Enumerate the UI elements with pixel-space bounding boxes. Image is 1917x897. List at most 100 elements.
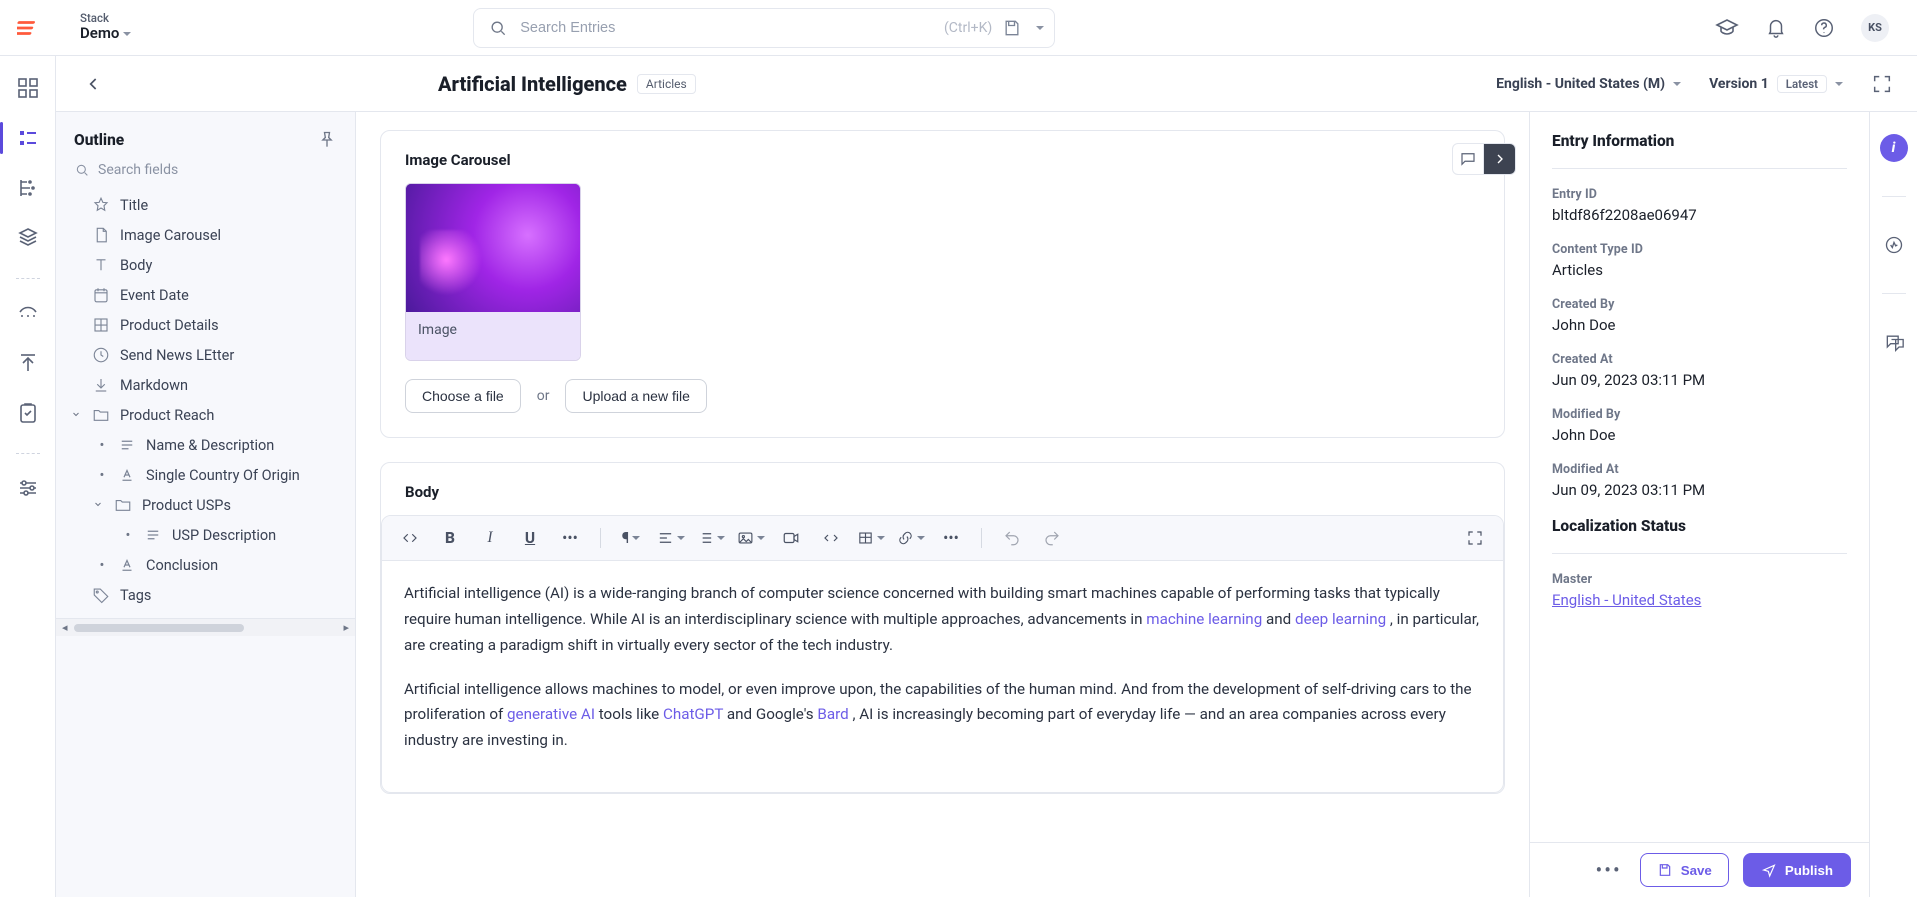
comments-icon[interactable] xyxy=(1452,143,1484,175)
rte-toolbar: B I U ••• ¶ xyxy=(382,516,1503,561)
rail-releases[interactable] xyxy=(16,301,40,325)
master-locale-link[interactable]: English - United States xyxy=(1552,591,1701,609)
locale-picker[interactable]: English - United States (M) xyxy=(1496,76,1681,92)
save-button[interactable]: Save xyxy=(1640,853,1729,887)
link-generative-ai[interactable]: generative AI xyxy=(507,705,595,723)
image-tile[interactable]: Image xyxy=(405,183,581,361)
rte-content[interactable]: Artificial intelligence (AI) is a wide-r… xyxy=(382,561,1503,792)
outline-item-product-reach[interactable]: Product Reach xyxy=(62,400,349,430)
text-icon xyxy=(92,256,110,274)
rail-assets[interactable] xyxy=(16,226,40,250)
outline-item-single-country-of-origin[interactable]: •Single Country Of Origin xyxy=(62,460,349,490)
outline-item-event-date[interactable]: Event Date xyxy=(62,280,349,310)
outline-item-label: Conclusion xyxy=(146,557,218,574)
bell-icon[interactable] xyxy=(1765,17,1787,39)
stack-name: Demo xyxy=(80,25,119,42)
outline-item-label: Title xyxy=(120,197,148,214)
rail-tasks[interactable] xyxy=(16,401,40,425)
outline-item-label: USP Description xyxy=(172,527,276,544)
outline-item-product-usps[interactable]: Product USPs xyxy=(62,490,349,520)
rail-content-types[interactable] xyxy=(16,176,40,200)
outline-search[interactable]: Search fields xyxy=(56,156,355,190)
app-logo[interactable] xyxy=(0,17,56,39)
modified-by-label: Modified By xyxy=(1552,407,1847,422)
outline-item-image-carousel[interactable]: Image Carousel xyxy=(62,220,349,250)
scroll-left-icon[interactable]: ◂ xyxy=(62,621,68,634)
left-rail xyxy=(0,56,56,897)
table-icon[interactable] xyxy=(857,524,885,552)
image-icon[interactable] xyxy=(737,524,765,552)
graduation-cap-icon[interactable] xyxy=(1715,16,1739,40)
outline-panel: Outline Search fields Title Image Carouse… xyxy=(56,112,356,897)
outline-title: Outline xyxy=(74,131,124,149)
underline-icon[interactable]: U xyxy=(516,524,544,552)
back-button[interactable] xyxy=(80,70,108,98)
expand-field-icon[interactable] xyxy=(1484,143,1516,175)
outline-item-conclusion[interactable]: • Conclusion xyxy=(62,550,349,580)
choose-file-button[interactable]: Choose a file xyxy=(405,379,521,413)
outline-item-markdown[interactable]: Markdown xyxy=(62,370,349,400)
list-icon[interactable] xyxy=(697,524,725,552)
stack-picker[interactable]: Stack Demo xyxy=(80,12,131,42)
created-at-label: Created At xyxy=(1552,352,1847,367)
version-label: Version 1 xyxy=(1709,76,1769,92)
more-tools-icon[interactable]: ••• xyxy=(937,524,965,552)
chevron-down-icon[interactable] xyxy=(70,407,82,424)
link-chatgpt[interactable]: ChatGPT xyxy=(663,705,723,723)
redo-icon[interactable] xyxy=(1038,524,1066,552)
code-view-icon[interactable] xyxy=(396,524,424,552)
chevron-down-icon[interactable] xyxy=(1036,26,1044,34)
upload-file-button[interactable]: Upload a new file xyxy=(565,379,706,413)
rail-settings[interactable] xyxy=(16,476,40,500)
user-avatar[interactable]: KS xyxy=(1861,14,1889,42)
tag-icon xyxy=(92,586,110,604)
outline-item-usp-description[interactable]: •USP Description xyxy=(62,520,349,550)
paragraph-icon[interactable]: ¶ xyxy=(617,524,645,552)
pin-icon[interactable] xyxy=(317,130,337,150)
link-machine-learning[interactable]: machine learning xyxy=(1146,610,1262,628)
modified-at-value: Jun 09, 2023 03:11 PM xyxy=(1552,481,1847,499)
bullet-icon: • xyxy=(96,557,108,574)
info-sidebar: Entry Information Entry ID bltdf86f2208a… xyxy=(1529,112,1869,897)
help-icon[interactable] xyxy=(1813,17,1835,39)
scroll-thumb[interactable] xyxy=(74,624,244,632)
scroll-right-icon[interactable]: ▸ xyxy=(343,621,349,634)
rail-dashboard[interactable] xyxy=(16,76,40,100)
chevron-down-icon[interactable] xyxy=(92,497,104,514)
fullscreen-icon[interactable] xyxy=(1871,73,1893,95)
folder-icon xyxy=(92,406,110,424)
outline-item-name-description[interactable]: •Name & Description xyxy=(62,430,349,460)
save-draft-icon[interactable] xyxy=(1002,18,1022,38)
publish-button-label: Publish xyxy=(1785,863,1833,878)
align-icon[interactable] xyxy=(657,524,685,552)
more-formatting-icon[interactable]: ••• xyxy=(556,524,584,552)
rte-fullscreen-icon[interactable] xyxy=(1461,524,1489,552)
link-deep-learning[interactable]: deep learning xyxy=(1295,610,1386,628)
outline-item-body[interactable]: Body xyxy=(62,250,349,280)
outline-item-label: Tags xyxy=(120,587,151,604)
rail-entries[interactable] xyxy=(16,126,40,150)
rail-publish-queue[interactable] xyxy=(16,351,40,375)
global-search[interactable]: (Ctrl+K) xyxy=(473,8,1055,48)
info-tab-info[interactable]: i xyxy=(1880,134,1908,162)
italic-icon[interactable]: I xyxy=(476,524,504,552)
publish-button[interactable]: Publish xyxy=(1743,853,1851,887)
info-tab-activity[interactable] xyxy=(1880,231,1908,259)
outline-item-title[interactable]: Title xyxy=(62,190,349,220)
version-picker[interactable]: Version 1 Latest xyxy=(1709,75,1843,93)
image-thumbnail xyxy=(406,184,580,312)
outline-h-scrollbar[interactable]: ◂ ▸ xyxy=(56,618,355,636)
bold-icon[interactable]: B xyxy=(436,524,464,552)
link-bard[interactable]: Bard xyxy=(817,705,848,723)
outline-item-send-news-letter[interactable]: Send News LEtter xyxy=(62,340,349,370)
video-icon[interactable] xyxy=(777,524,805,552)
embed-icon[interactable] xyxy=(817,524,845,552)
more-actions-icon[interactable]: ••• xyxy=(1591,854,1625,886)
search-input[interactable] xyxy=(518,19,934,37)
undo-icon[interactable] xyxy=(998,524,1026,552)
link-icon[interactable] xyxy=(897,524,925,552)
content-type-chip[interactable]: Articles xyxy=(637,74,696,94)
outline-item-tags[interactable]: Tags xyxy=(62,580,349,610)
info-tab-discussion[interactable] xyxy=(1880,328,1908,356)
outline-item-product-details[interactable]: Product Details xyxy=(62,310,349,340)
